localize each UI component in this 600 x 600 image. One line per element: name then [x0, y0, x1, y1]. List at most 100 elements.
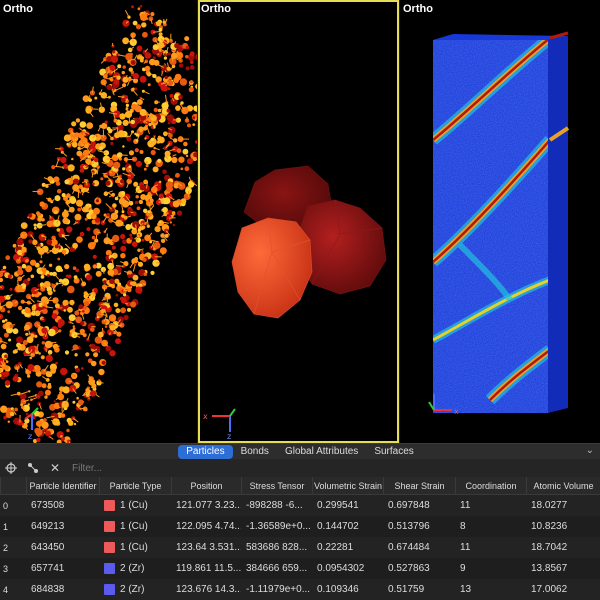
tab-surfaces[interactable]: Surfaces — [366, 445, 421, 459]
particle — [91, 235, 96, 240]
particle — [164, 75, 168, 80]
particle — [47, 290, 53, 296]
viewport-label[interactable]: Ortho — [201, 3, 231, 15]
column-header[interactable]: Particle Identifier — [26, 477, 99, 494]
particle — [78, 304, 84, 310]
cell-particle-type-text: 1 (Cu) — [120, 500, 148, 511]
particle — [46, 220, 54, 228]
particle — [176, 148, 182, 154]
close-icon[interactable]: ✕ — [48, 461, 62, 475]
particle — [135, 286, 143, 294]
cell-coordination: 11 — [455, 537, 526, 558]
particle — [124, 110, 133, 118]
column-header[interactable]: Shear Strain — [383, 477, 455, 494]
particle — [5, 325, 8, 329]
chevron-down-icon[interactable]: ⌄ — [586, 445, 594, 456]
particle — [122, 239, 127, 245]
particle — [82, 309, 85, 313]
particle — [160, 238, 166, 243]
column-header[interactable]: Particle Type — [99, 477, 171, 494]
particle — [124, 95, 128, 99]
column-header[interactable]: Coordination — [455, 477, 526, 494]
particle — [155, 20, 162, 27]
particle — [193, 105, 197, 112]
tab-global-attributes[interactable]: Global Attributes — [277, 445, 366, 459]
particle — [24, 307, 31, 314]
particle — [122, 119, 129, 126]
particle — [57, 323, 63, 328]
particle — [186, 158, 194, 165]
particle — [93, 207, 100, 215]
particle — [123, 314, 129, 321]
cell-position: 123.676 14.3... — [171, 579, 241, 600]
cell-position-text: 122.095 4.74... — [176, 521, 241, 532]
cell-position-text: 119.861 11.5... — [176, 563, 241, 574]
particle — [25, 259, 29, 263]
particle — [41, 383, 47, 389]
row-index: 4 — [0, 579, 26, 600]
particle — [143, 208, 148, 213]
particle — [3, 332, 9, 338]
cell-stress-tensor: -898288 -6... — [241, 495, 312, 516]
particle — [98, 146, 104, 151]
particle — [143, 167, 147, 171]
axis-x-label: x — [454, 407, 459, 416]
axis-triad-icon: z — [24, 407, 39, 440]
cell-particle-identifier: 649213 — [26, 516, 99, 537]
table-row[interactable]: 2 643450 1 (Cu) 123.64 3.531... 583686 828..… — [0, 537, 600, 558]
particle — [39, 260, 43, 264]
particle — [83, 263, 91, 270]
particle — [8, 338, 12, 342]
cell-volumetric-strain: 0.0954302 — [312, 558, 383, 579]
particle — [76, 236, 83, 243]
particle — [132, 87, 135, 90]
cell-particle-identifier-text: 649213 — [31, 521, 65, 532]
particle — [5, 255, 11, 261]
particle — [9, 287, 13, 291]
viewport-label[interactable]: Ortho — [403, 3, 433, 15]
viewport-label[interactable]: Ortho — [3, 3, 33, 15]
bond-icon[interactable] — [26, 461, 40, 475]
table-row[interactable]: 1 649213 1 (Cu) 122.095 4.74... -1.36589e+0.… — [0, 516, 600, 537]
tab-particles[interactable]: Particles — [178, 444, 233, 459]
particle — [90, 327, 95, 332]
filter-input[interactable]: Filter... — [72, 463, 102, 474]
particle — [102, 280, 107, 285]
cell-coordination: 13 — [455, 579, 526, 600]
column-header[interactable]: Position — [171, 477, 241, 494]
particle — [182, 148, 189, 155]
particle — [113, 330, 117, 335]
cell-atomic-volume-text: 18.7042 — [531, 542, 568, 553]
table-row[interactable]: 4 684838 2 (Zr) 123.676 14.3... -1.11979e+0.… — [0, 579, 600, 600]
viewport-right[interactable]: Ortho x — [400, 0, 600, 443]
particles-table[interactable]: Particle Identifier Particle Type Positi… — [0, 477, 600, 600]
cell-atomic-volume-text: 17.0062 — [531, 584, 568, 595]
column-header[interactable]: Volumetric Strain — [312, 477, 383, 494]
column-header[interactable]: Stress Tensor — [241, 477, 312, 494]
particle — [130, 60, 136, 65]
row-index: 2 — [0, 537, 26, 558]
viewport-left[interactable]: Ortho z — [0, 0, 197, 443]
column-header[interactable]: Atomic Volume — [526, 477, 600, 494]
particle — [66, 226, 73, 233]
particle — [30, 274, 35, 279]
particle — [60, 413, 66, 418]
cell-shear-strain: 0.51759 — [383, 579, 455, 600]
crosshair-icon[interactable] — [4, 461, 18, 475]
particle — [104, 120, 108, 124]
particle — [45, 354, 53, 362]
particle — [152, 56, 156, 60]
row-index: 0 — [0, 495, 26, 516]
bond — [130, 211, 134, 214]
particle — [30, 333, 35, 338]
particle — [185, 154, 189, 158]
particle — [75, 118, 81, 123]
particle — [145, 164, 149, 168]
table-row[interactable]: 3 657741 2 (Zr) 119.861 11.5... 384666 659..… — [0, 558, 600, 579]
table-row[interactable]: 0 673508 1 (Cu) 121.077 3.23... -898288 -6..… — [0, 495, 600, 516]
particle — [149, 240, 153, 244]
viewport-center[interactable]: Ortho x z — [198, 0, 399, 443]
cell-atomic-volume: 10.8236 — [526, 516, 600, 537]
particle — [98, 379, 101, 382]
tab-bonds[interactable]: Bonds — [233, 445, 277, 459]
